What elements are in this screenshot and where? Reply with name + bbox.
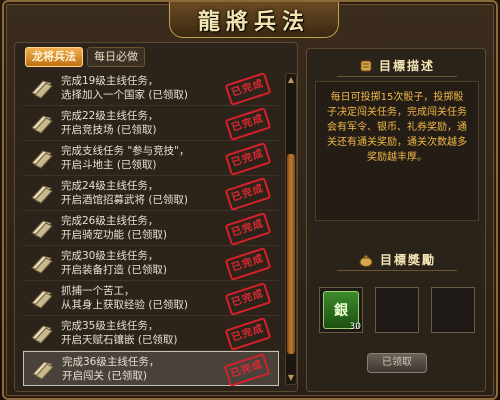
- completed-stamp: 已完成: [224, 282, 272, 316]
- completed-stamp: 已完成: [224, 177, 272, 211]
- task-panel: 龙将兵法 每日必做 完成19级主线任务， 选择加入一个国家 (已领取) 已完成 完成…: [14, 42, 298, 392]
- task-row[interactable]: 完成36级主线任务， 开启闯关 (已领取) 已完成: [23, 351, 279, 387]
- task-text: 完成26级主线任务， 开启骑宠功能 (已领取): [61, 215, 168, 241]
- scroll-down-icon[interactable]: ▼: [286, 373, 296, 383]
- goal-description: 每日可投掷15次骰子，投掷骰子决定闯关任务，完成闯关任务会有军令、银币、礼券奖励…: [315, 81, 479, 221]
- task-row[interactable]: 完成26级主线任务， 开启骑宠功能 (已领取) 已完成: [23, 211, 279, 246]
- window-title: 龍將兵法: [197, 8, 310, 35]
- reward-slot-empty: [375, 287, 419, 333]
- scroll-icon: [31, 150, 53, 169]
- scroll-icon: [31, 185, 53, 204]
- tab-daily[interactable]: 每日必做: [87, 47, 145, 67]
- scrollbar[interactable]: ▲ ▼: [285, 73, 297, 385]
- scroll-thumb[interactable]: [287, 154, 295, 354]
- reward-item-label: 銀: [334, 303, 348, 319]
- scroll-up-icon[interactable]: ▲: [286, 75, 296, 85]
- completed-stamp: 已完成: [224, 142, 272, 176]
- task-row[interactable]: 完成支线任务 "参与竞技"， 开启斗地主 (已领取) 已完成: [23, 141, 279, 176]
- completed-stamp: 已完成: [224, 212, 272, 246]
- completed-stamp: 已完成: [224, 107, 272, 141]
- scroll-icon: [32, 360, 54, 380]
- task-row[interactable]: 完成30级主线任务， 开启装备打造 (已领取) 已完成: [23, 246, 279, 281]
- title-plate: 龍將兵法: [169, 2, 339, 38]
- task-text: 完成支线任务 "参与竞技"， 开启斗地主 (已领取): [61, 145, 190, 171]
- reward-count: 30: [349, 322, 361, 332]
- scroll-icon: [31, 220, 53, 239]
- scroll-icon: [31, 255, 53, 274]
- completed-stamp: 已完成: [224, 247, 272, 281]
- task-row[interactable]: 完成24级主线任务， 开启酒馆招募武将 (已领取) 已完成: [23, 176, 279, 211]
- task-text: 完成35级主线任务， 开启天赋石镶嵌 (已领取): [61, 320, 178, 346]
- coin-bag-icon: [359, 253, 373, 267]
- task-text: 完成19级主线任务， 选择加入一个国家 (已领取): [61, 75, 189, 101]
- scroll-emblem-icon: [360, 60, 372, 71]
- task-row[interactable]: 抓捕一个苦工， 从其身上获取经验 (已领取) 已完成: [23, 281, 279, 316]
- tab-longjiang-bingfa[interactable]: 龙将兵法: [25, 47, 83, 67]
- task-row[interactable]: 完成19级主线任务， 选择加入一个国家 (已领取) 已完成: [23, 71, 279, 106]
- reward-slots: 銀 30: [319, 287, 475, 333]
- reward-slot[interactable]: 銀 30: [319, 287, 363, 333]
- claim-button[interactable]: 已领取: [367, 353, 427, 373]
- scroll-icon: [31, 290, 53, 309]
- task-text: 完成22级主线任务， 开启竞技场 (已领取): [61, 110, 159, 136]
- task-row[interactable]: 完成35级主线任务， 开启天赋石镶嵌 (已领取) 已完成: [23, 316, 279, 351]
- scroll-icon: [31, 115, 53, 134]
- goal-title: 目標描述: [337, 55, 457, 77]
- reward-title-text: 目標獎勵: [379, 253, 436, 267]
- goal-title-text: 目標描述: [378, 59, 435, 73]
- task-text: 完成24级主线任务， 开启酒馆招募武将 (已领取): [61, 180, 189, 206]
- detail-panel: 目標描述 每日可投掷15次骰子，投掷骰子决定闯关任务，完成闯关任务会有军令、银币…: [306, 48, 486, 392]
- completed-stamp: 已完成: [224, 317, 272, 351]
- task-text: 完成36级主线任务， 开启闯关 (已领取): [62, 355, 160, 382]
- task-text: 完成30级主线任务， 开启装备打造 (已领取): [61, 250, 168, 276]
- task-row[interactable]: 完成22级主线任务， 开启竞技场 (已领取) 已完成: [23, 106, 279, 141]
- task-list: 完成19级主线任务， 选择加入一个国家 (已领取) 已完成 完成22级主线任务， 开…: [23, 71, 279, 387]
- scroll-icon: [31, 325, 53, 344]
- completed-stamp: 已完成: [223, 353, 271, 387]
- tab-bar: 龙将兵法 每日必做: [25, 47, 145, 67]
- completed-stamp: 已完成: [224, 72, 272, 106]
- reward-slot-empty: [431, 287, 475, 333]
- scroll-icon: [31, 80, 53, 99]
- reward-title: 目標獎勵: [337, 249, 457, 271]
- task-text: 抓捕一个苦工， 从其身上获取经验 (已领取): [61, 285, 189, 311]
